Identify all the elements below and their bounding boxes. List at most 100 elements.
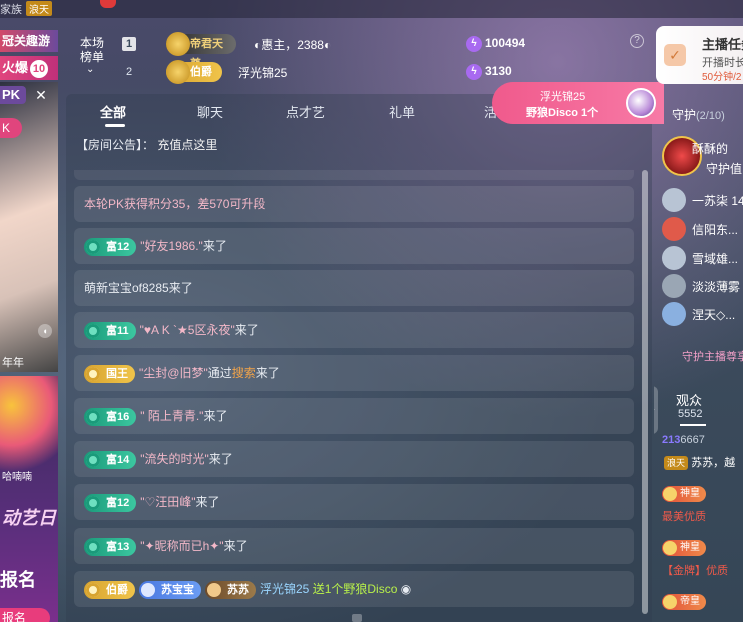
guard-top-name[interactable]: 酥酥的 [692, 140, 728, 157]
chat-message: 富16 " 陌上青青."来了 [74, 398, 634, 434]
guard-name: 涅天◇... [692, 308, 736, 322]
lightning-icon: ϟ [466, 36, 482, 52]
audience-item[interactable]: 浪天 苏苏，越 [662, 454, 736, 471]
noble-badge: 帝皇 [662, 594, 706, 610]
wealth-level-badge[interactable]: 富11 [84, 321, 136, 340]
plain-message-text: 萌新宝宝of8285来了 [84, 281, 193, 295]
chat-message: 富14 "流失的时光"来了 [74, 441, 634, 477]
audience-id: 6667 [680, 434, 705, 446]
tab-all[interactable]: 全部 [100, 102, 126, 121]
user-name[interactable]: "✦昵称而已h✦" [140, 539, 223, 553]
fan-badge[interactable]: 苏宝宝 [139, 580, 201, 599]
chat-message: 富11 "♥A K `★5区永夜"来了 [74, 312, 634, 348]
family-tag: 浪天 [26, 1, 52, 16]
message-list-top [74, 170, 634, 180]
guard-list-item[interactable]: 淡淡薄雾 [662, 274, 743, 298]
noble-badge: 神皇 [662, 540, 706, 556]
audience-name: 苏苏，越 [691, 457, 736, 469]
user-name[interactable]: "流失的时光" [140, 452, 209, 466]
user-name[interactable]: " 陌上青青." [140, 409, 203, 423]
guard-header[interactable]: 守护(2/10) [672, 106, 725, 123]
guard-list-item[interactable]: 一苏柒 14 [662, 188, 743, 212]
pk-label: PK [0, 86, 26, 104]
year-badge: 年年 [0, 354, 58, 372]
guard-name: 淡淡薄雾 [692, 280, 741, 294]
wealth-level-badge[interactable]: 富14 [84, 450, 137, 469]
scroll-thumb[interactable] [642, 170, 648, 614]
message-suffix: 来了 [234, 323, 259, 337]
audience-family-tag: 浪天 [664, 456, 689, 471]
toast-user-name: 浮光锦25 [540, 91, 586, 103]
system-message-text: 本轮PK获得积分35，差570可升段 [84, 197, 266, 211]
pk-button[interactable]: K [0, 118, 22, 138]
via-search-link[interactable]: 搜索 [232, 366, 256, 380]
top-logo-icon [100, 0, 116, 8]
avatar[interactable] [626, 88, 656, 118]
volume-icon[interactable]: ◖ [38, 324, 52, 338]
wealth-level-badge[interactable]: 富12 [84, 493, 137, 512]
chat-panel: 全部 聊天 点才艺 礼单 活 【房间公告】： 充值点这里 本轮PK获得积分35，… [66, 94, 652, 622]
guard-top-value: 守护值 [706, 162, 743, 176]
task-icon: ✓ [664, 44, 686, 66]
guard-privileges-link[interactable]: 守护主播尊享 [682, 348, 743, 364]
guard-list-item[interactable]: 涅天◇... [662, 302, 743, 326]
rank-label: 本场榜单 [80, 36, 105, 64]
left-promo-card-2[interactable]: 火爆 10 [0, 56, 58, 80]
event-promo-banner[interactable]: 哈喃喃 动艺日 报名 报名 [0, 376, 58, 622]
noble-icon [166, 60, 190, 84]
rank-user-name: 浮光锦25 [238, 66, 288, 80]
chevron-right-icon[interactable]: › [654, 386, 658, 434]
wealth-level-badge[interactable]: 富13 [84, 537, 137, 556]
user-name[interactable]: "尘封@旧梦" [139, 366, 208, 380]
guard-list-item[interactable]: 信阳东... [662, 217, 743, 241]
wealth-level-badge[interactable]: 富12 [84, 237, 137, 256]
tab-gift-list[interactable]: 礼单 [389, 102, 415, 121]
user-name[interactable]: "好友1986." [140, 239, 203, 253]
user-name[interactable]: "♥A K `★5区永夜" [140, 323, 235, 337]
noble-level-badge[interactable]: 国王 [84, 364, 135, 383]
tab-chat[interactable]: 聊天 [197, 102, 223, 121]
guard-label: 守护 [672, 108, 697, 122]
help-icon[interactable]: ? [630, 34, 644, 48]
fan-badge[interactable]: 苏苏 [205, 580, 256, 599]
recharge-link[interactable]: 充值点这里 [157, 138, 217, 152]
user-name[interactable]: 浮光锦25 [260, 582, 309, 596]
guard-count: (2/10) [696, 110, 725, 122]
guard-list-item[interactable]: 雪域雄... [662, 246, 743, 270]
audience-item[interactable]: 帝皇 [662, 594, 706, 610]
avatar [662, 302, 686, 326]
audience-item[interactable]: 神皇 [662, 486, 706, 502]
message-suffix: 来了 [223, 539, 248, 553]
guard-name: 信阳东... [692, 223, 739, 237]
audience-item[interactable]: 2136667 [662, 434, 705, 446]
avatar [662, 274, 686, 298]
chat-scrollbar[interactable] [642, 170, 648, 614]
promo-signup-button[interactable]: 报名 [0, 608, 50, 622]
promo-text-3: 报名 [0, 570, 36, 590]
noble-level-badge[interactable]: 伯爵 [84, 580, 135, 599]
tab-song-request[interactable]: 点才艺 [286, 102, 325, 121]
guard-name: 一苏柒 14 [692, 194, 743, 208]
notice-prefix: 【房间公告】： [76, 138, 155, 152]
user-name[interactable]: "♡汪田峰" [140, 495, 195, 509]
chat-message: 富13 "✦昵称而已h✦"来了 [74, 528, 634, 564]
audience-item[interactable]: 神皇 [662, 540, 706, 556]
avatar [662, 188, 686, 212]
anchor-task-card[interactable]: ✓ 主播任务 开播时长 50分钟/2 [656, 26, 743, 84]
chevron-down-icon[interactable]: ⌄ [86, 64, 94, 75]
wealth-level-badge[interactable]: 富16 [84, 407, 137, 426]
rank-position: 1 [122, 37, 136, 51]
rank-score-value: 100494 [485, 36, 526, 51]
audience-subtitle: 最美优质 [662, 511, 706, 523]
audience-tab[interactable]: 观众 [676, 390, 702, 409]
message-suffix: 来了 [208, 452, 233, 466]
rank-badge: 伯爵 [166, 60, 222, 84]
resize-handle-icon[interactable] [352, 614, 362, 622]
left-promo-card-1[interactable]: 冠关趣游 [0, 30, 58, 52]
family-label: 家族 [0, 4, 22, 16]
anchor-task-time: 50分钟/2 [702, 72, 742, 83]
close-icon[interactable]: ✕ [32, 86, 50, 104]
rank-score: ϟ 3130 [466, 64, 512, 80]
left-card2-badge: 10 [30, 60, 49, 78]
rank-badge-label: 伯爵 [190, 66, 212, 78]
